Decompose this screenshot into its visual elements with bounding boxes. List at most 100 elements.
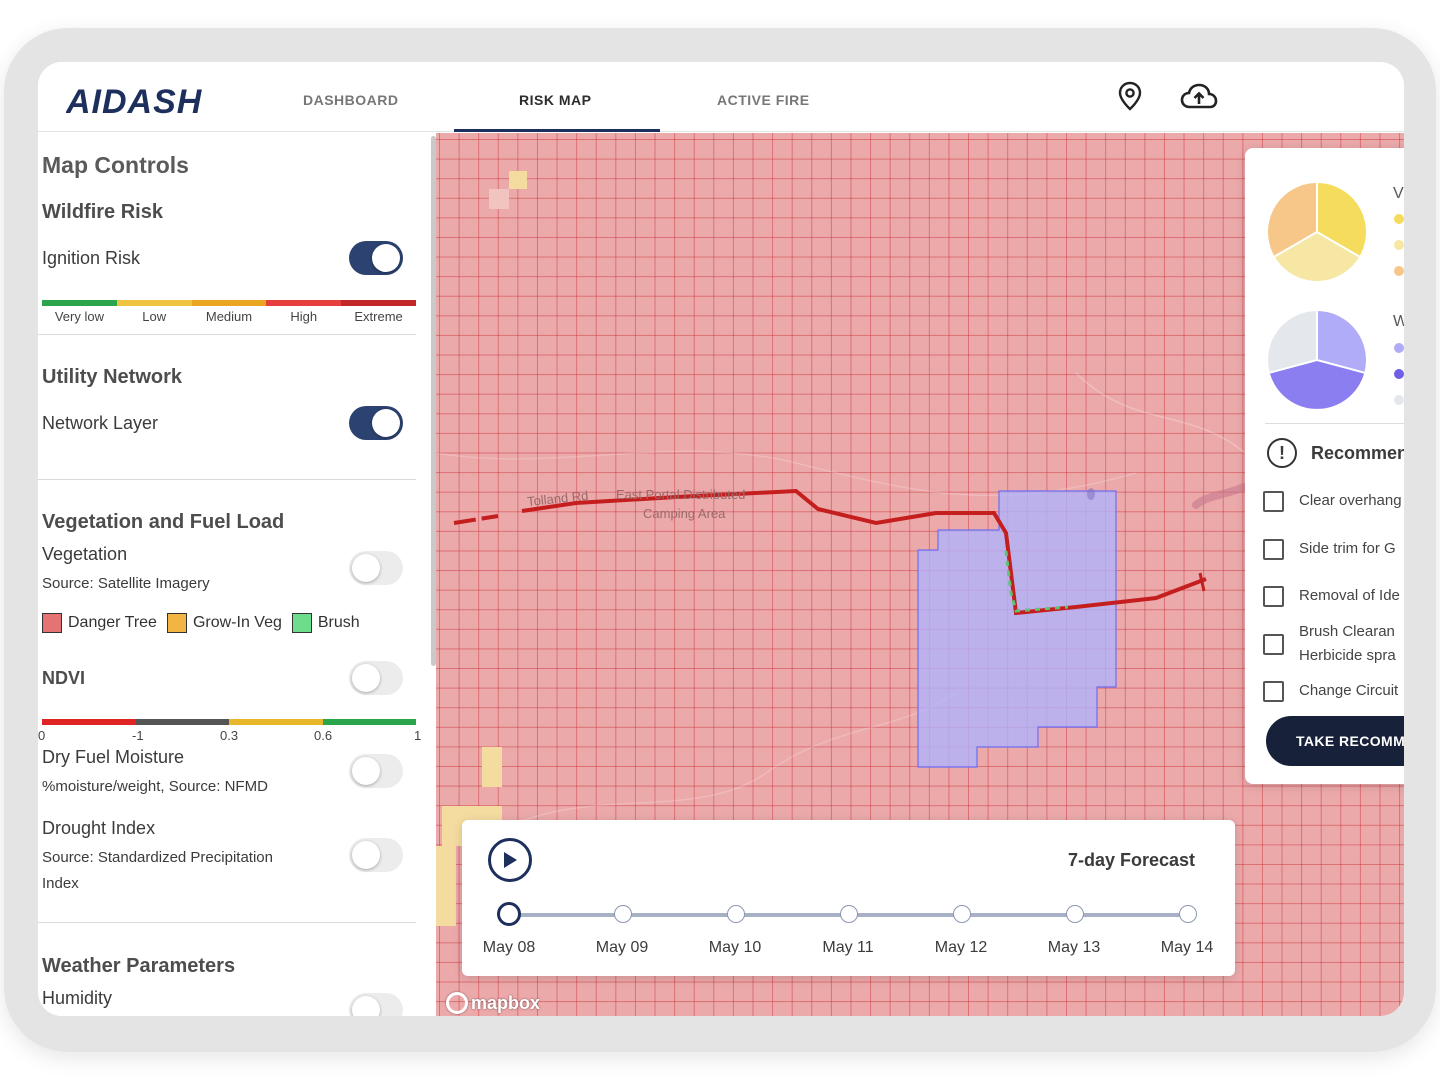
ignition-risk-label: Ignition Risk (42, 248, 141, 268)
ignition-risk-scale (42, 300, 416, 306)
sidebar-scrollbar[interactable] (431, 136, 436, 666)
tab-dashboard[interactable]: DASHBOARD (303, 92, 399, 108)
ndvi-segment (42, 719, 136, 725)
ndvi-tick: 1 (414, 728, 422, 743)
timeline-date[interactable]: May 10 (695, 939, 775, 957)
legend-dot (1394, 214, 1404, 224)
timeline-date[interactable]: May 14 (1147, 939, 1227, 957)
legend-dot (1394, 240, 1404, 250)
vegetation-toggle[interactable] (349, 551, 403, 585)
toggle-knob (372, 409, 400, 437)
recommendations-title: Recommendations (1311, 442, 1404, 463)
selected-area-polygon[interactable] (917, 490, 1117, 768)
forecast-timeline-panel: 7-day Forecast May 08 May 09 May 10 May … (462, 820, 1235, 976)
top-navigation-bar: AIDASH DASHBOARD RISK MAP ACTIVE FIRE (38, 62, 1404, 132)
legend-dot (1394, 266, 1404, 276)
ndvi-tick: 0 (38, 728, 46, 743)
power-line-segment[interactable] (453, 514, 499, 525)
timeline-node[interactable] (614, 905, 632, 923)
scale-label: Low (142, 309, 167, 324)
app-screen: AIDASH DASHBOARD RISK MAP ACTIVE FIRE Ma… (38, 62, 1404, 1016)
vegetation-pie-chart (1268, 183, 1366, 281)
humidity-toggle[interactable] (349, 993, 403, 1016)
place-label: East Portal Distributed (616, 487, 746, 502)
timeline-node[interactable] (840, 905, 858, 923)
drought-index-toggle[interactable] (349, 838, 403, 872)
toggle-knob (352, 554, 380, 582)
toggle-knob (352, 664, 380, 692)
timeline-node[interactable] (1066, 905, 1084, 923)
swatch (42, 613, 62, 633)
map-pin-icon[interactable] (1112, 78, 1148, 114)
timeline-date[interactable]: May 13 (1034, 939, 1114, 957)
ndvi-toggle[interactable] (349, 661, 403, 695)
recommendation-text: Clear overhang (1299, 492, 1402, 509)
checkbox[interactable] (1263, 586, 1284, 607)
timeline-date[interactable]: May 12 (921, 939, 1001, 957)
aidash-logo[interactable]: AIDASH (66, 84, 236, 116)
checkbox[interactable] (1263, 634, 1284, 655)
scale-label: High (290, 309, 318, 324)
alert-icon: ! (1267, 438, 1297, 468)
recommendation-text: Brush Clearan Herbicide spra (1299, 620, 1396, 668)
cloud-upload-icon[interactable] (1178, 78, 1220, 114)
timeline-node[interactable] (953, 905, 971, 923)
recommendation-item[interactable]: Brush Clearan Herbicide spra (1263, 620, 1396, 668)
swatch (166, 613, 187, 633)
weather-pie-chart (1268, 311, 1366, 409)
drought-index-source-cont: Index (42, 875, 79, 892)
timeline-date[interactable]: May 08 (469, 939, 549, 957)
logo-text: AIDASH (66, 84, 203, 116)
pie-legend-heading: W (1393, 313, 1404, 330)
legend-danger-tree: Danger Tree (42, 613, 157, 633)
scale-medium (191, 300, 267, 306)
checkbox[interactable] (1263, 491, 1284, 512)
legend-dot (1394, 343, 1404, 353)
recommendation-item[interactable]: Removal of Ide (1263, 584, 1400, 608)
sidebar-title: Map Controls (42, 152, 189, 178)
ignition-scale-labels: Very low Low Medium High Extreme (42, 309, 416, 324)
network-layer-toggle[interactable] (349, 406, 403, 440)
tab-risk-map[interactable]: RISK MAP (519, 92, 591, 108)
network-layer-label: Network Layer (42, 413, 159, 433)
legend-label: Danger Tree (68, 614, 157, 631)
power-line-branch (1198, 572, 1206, 592)
scale-label: Very low (54, 309, 104, 324)
toggle-knob (352, 996, 380, 1016)
take-recommended-action-button[interactable]: TAKE RECOMMENDED ACTION (1266, 716, 1404, 766)
timeline-date[interactable]: May 09 (582, 939, 662, 957)
timeline-date[interactable]: May 11 (808, 939, 888, 957)
play-button[interactable] (488, 838, 532, 882)
recommendation-item[interactable]: Clear overhang (1263, 489, 1402, 513)
light-risk-cell (489, 189, 509, 209)
utility-network-heading: Utility Network (42, 366, 183, 388)
drought-index-label: Drought Index (42, 818, 156, 838)
ndvi-tick: -1 (132, 728, 144, 743)
toggle-knob (372, 244, 400, 272)
yellow-risk-cell (509, 171, 527, 189)
legend-brush: Brush (291, 613, 360, 633)
drought-index-source: Source: Standardized Precipitation (42, 849, 273, 866)
map-controls-sidebar: Map Controls Wildfire Risk Ignition Risk… (38, 133, 436, 1016)
mapbox-attribution[interactable]: mapbox (446, 992, 540, 1014)
checkbox[interactable] (1263, 539, 1284, 560)
timeline-node[interactable] (1179, 905, 1197, 923)
dry-fuel-moisture-toggle[interactable] (349, 754, 403, 788)
terrain-contour (436, 450, 1137, 497)
ignition-risk-toggle[interactable] (349, 241, 403, 275)
vegetation-legend: Danger Tree Grow-In Veg Brush (42, 613, 370, 633)
ndvi-tick: 0.6 (314, 728, 333, 743)
scale-extreme (341, 300, 416, 306)
ndvi-scale (42, 719, 416, 725)
recommendation-item[interactable]: Change Circuit (1263, 679, 1398, 703)
tab-active-fire[interactable]: ACTIVE FIRE (717, 92, 810, 108)
ndvi-segment (135, 719, 229, 725)
place-label: Camping Area (643, 506, 726, 521)
terrain-contour (495, 692, 957, 834)
timeline-node[interactable] (727, 905, 745, 923)
timeline-node-active[interactable] (497, 902, 521, 926)
active-tab-indicator (454, 129, 660, 132)
play-icon (504, 852, 517, 868)
checkbox[interactable] (1263, 681, 1284, 702)
recommendation-item[interactable]: Side trim for G (1263, 537, 1396, 561)
